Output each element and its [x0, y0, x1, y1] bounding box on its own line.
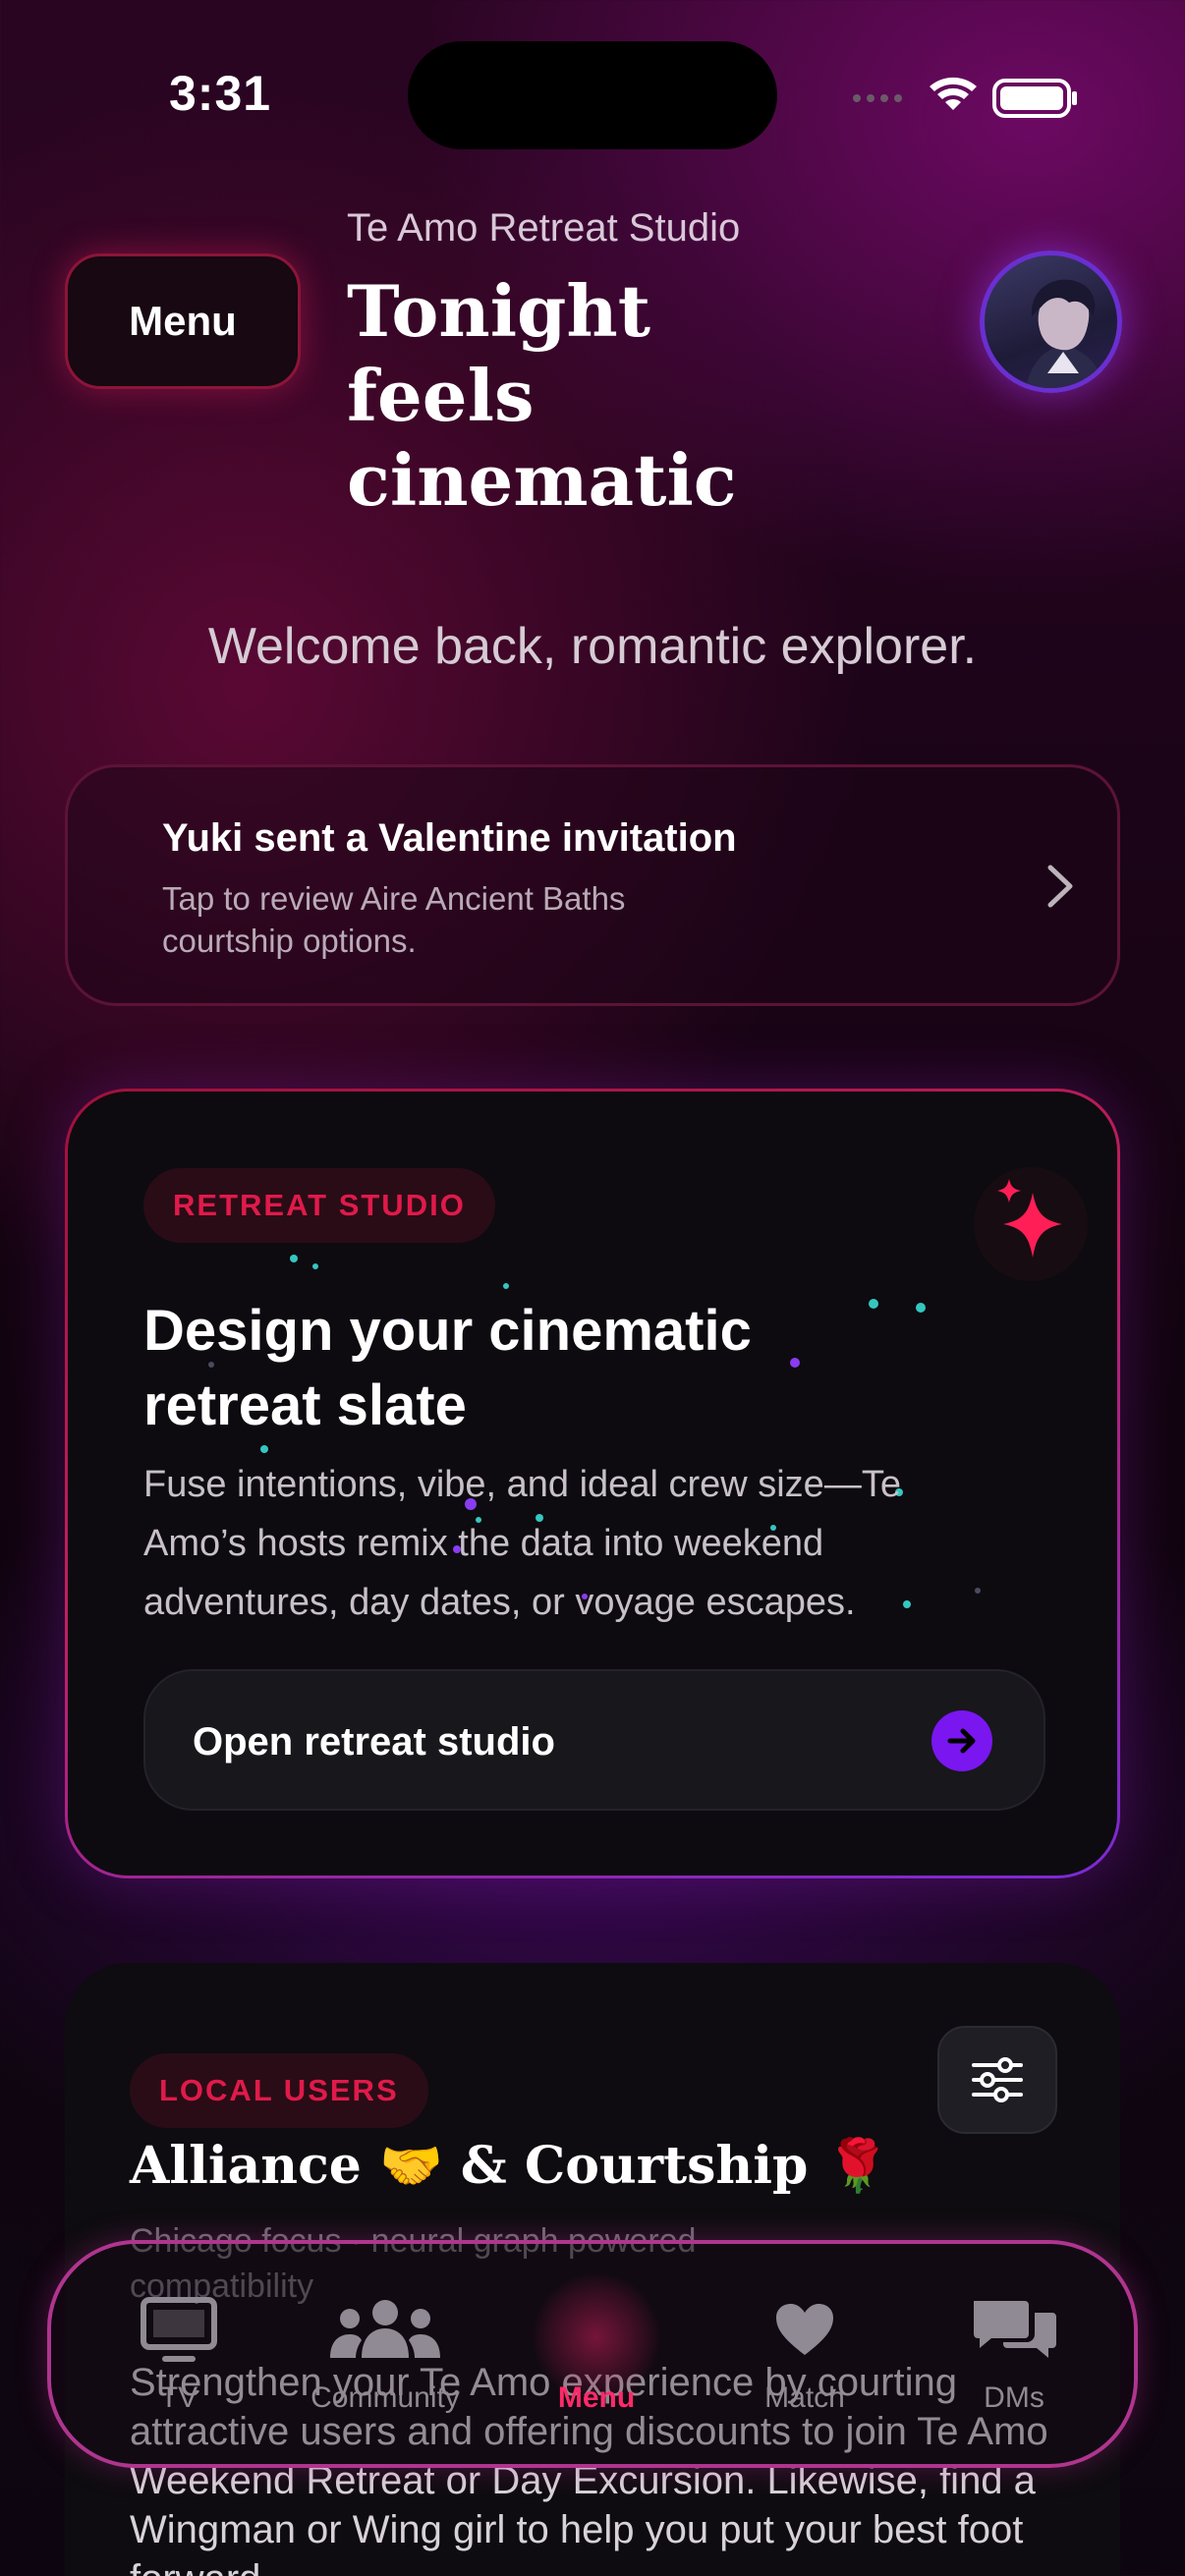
tab-tv-label: TV: [159, 2381, 198, 2414]
tab-menu[interactable]: Menu: [498, 2244, 695, 2464]
invitation-title: Yuki sent a Valentine invitation: [162, 816, 737, 860]
open-retreat-studio-label: Open retreat studio: [193, 1720, 555, 1764]
status-time: 3:31: [169, 66, 272, 121]
retreat-card-description: Fuse intentions, vibe, and ideal crew si…: [143, 1464, 901, 1623]
cellular-signal-icon: [853, 94, 902, 102]
status-icons: [853, 77, 1077, 118]
arrow-right-icon: [931, 1710, 992, 1771]
tab-tv[interactable]: TV: [81, 2244, 277, 2464]
sliders-icon: [972, 2057, 1023, 2102]
tab-dms[interactable]: DMs: [916, 2244, 1112, 2464]
tab-match[interactable]: Match: [706, 2244, 903, 2464]
dynamic-island: [408, 41, 777, 149]
chevron-right-icon: [1047, 865, 1073, 908]
welcome-message: Welcome back, romantic explorer.: [207, 618, 978, 675]
open-retreat-studio-button[interactable]: Open retreat studio: [143, 1669, 1045, 1811]
retreat-card-title: Design your cinematic retreat slate: [143, 1299, 752, 1437]
avatar-portrait-icon: [1025, 279, 1105, 388]
tab-community[interactable]: Community: [287, 2244, 483, 2464]
tab-menu-label: Menu: [557, 2381, 636, 2414]
profile-avatar[interactable]: [980, 251, 1122, 393]
tv-icon: [140, 2291, 218, 2368]
invitation-subtitle: Tap to review Aire Ancient Baths courtsh…: [162, 880, 626, 959]
tab-match-label: Match: [764, 2381, 845, 2414]
tab-dms-label: DMs: [984, 2381, 1044, 2414]
page-title: Tonight feels cinematic: [347, 269, 737, 522]
bottom-tab-bar: TV Community Menu Match DMs: [47, 2240, 1138, 2468]
retreat-studio-card: RETREAT STUDIO Design your cinematic ret…: [65, 1089, 1120, 1878]
wifi-icon: [930, 77, 977, 110]
retreat-studio-badge: RETREAT STUDIO: [143, 1168, 495, 1243]
local-users-badge: LOCAL USERS: [130, 2053, 428, 2128]
sparkle-icon: [974, 1167, 1088, 1281]
community-icon: [328, 2291, 442, 2368]
chat-bubbles-icon: [970, 2291, 1058, 2368]
invitation-card[interactable]: Yuki sent a Valentine invitation Tap to …: [65, 764, 1120, 1006]
local-users-title: Alliance 🤝 & Courtship 🌹: [130, 2136, 890, 2196]
studio-name: Te Amo Retreat Studio: [347, 206, 741, 250]
filter-button[interactable]: [937, 2026, 1057, 2134]
battery-icon: [992, 79, 1077, 118]
menu-button[interactable]: Menu: [65, 253, 301, 389]
menu-lines-icon: [554, 2291, 639, 2368]
tab-community-label: Community: [310, 2381, 460, 2414]
heart-icon: [774, 2291, 835, 2368]
